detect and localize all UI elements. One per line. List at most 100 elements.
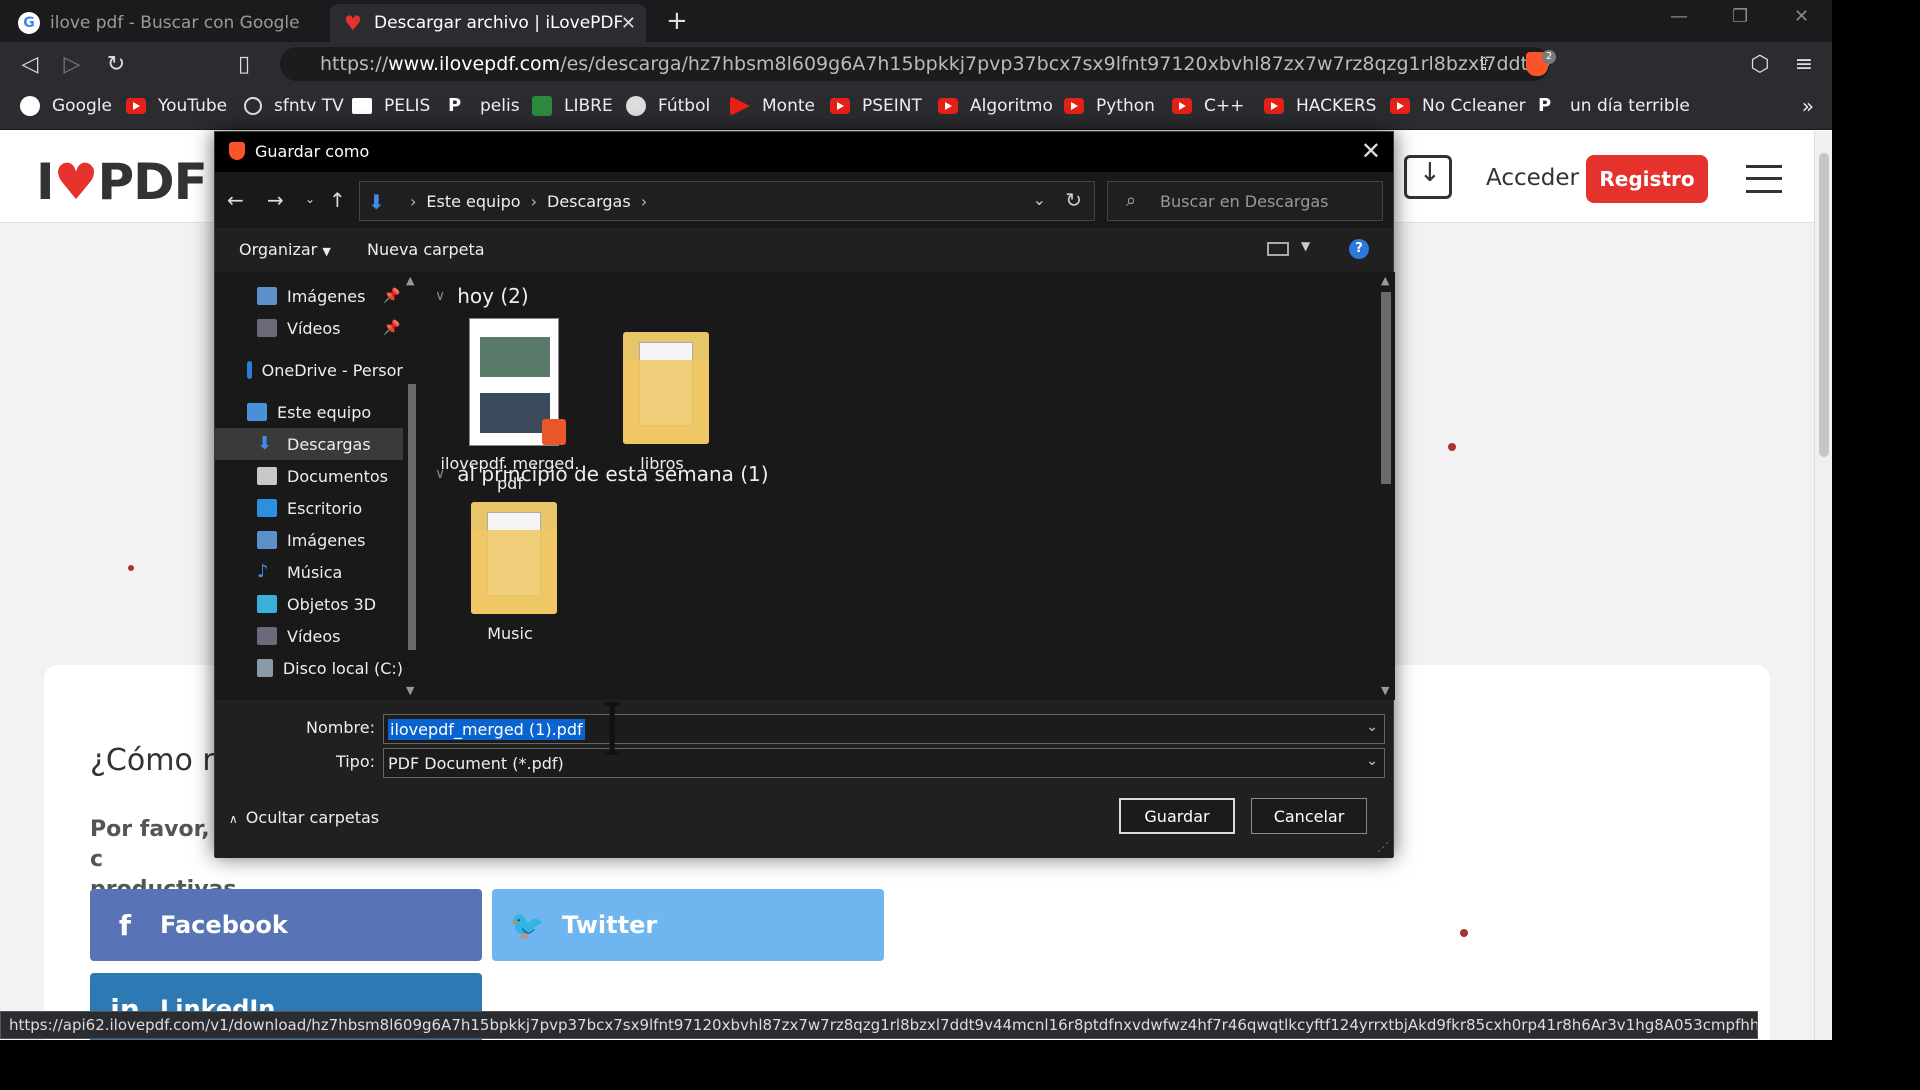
folder-item-music[interactable]: Music	[435, 490, 585, 670]
bookmark-pelis-folder[interactable]: PELIS	[352, 96, 430, 116]
download-desktop-icon[interactable]	[1404, 155, 1452, 199]
back-icon[interactable]: ◁	[16, 50, 44, 78]
bookmark-youtube[interactable]: YouTube	[126, 96, 227, 116]
view-options-icon[interactable]	[1267, 242, 1289, 256]
bookmark-sfntv[interactable]: sfntv TV	[244, 96, 344, 116]
bookmark-monte[interactable]: Monte	[730, 96, 815, 116]
chevron-down-icon[interactable]: ⌄	[1366, 753, 1378, 769]
forward-arrow-icon[interactable]: →	[267, 188, 284, 212]
nav-item-videos[interactable]: Vídeos	[215, 620, 403, 652]
window-close-icon[interactable]: ✕	[1794, 6, 1809, 27]
nav-item-musica[interactable]: ♪ Música	[215, 556, 403, 588]
group-header-semana[interactable]: ∨ al principio de esta semana (1)	[435, 462, 769, 486]
twitter-share-button[interactable]: 🐦 Twitter	[492, 889, 884, 961]
share-icon[interactable]: ⇪	[1470, 50, 1498, 78]
nav-item-objetos-3d[interactable]: Objetos 3D	[215, 588, 403, 620]
hide-folders-button[interactable]: ∧ Ocultar carpetas	[229, 808, 379, 827]
organize-button[interactable]: Organizar ▼	[239, 240, 331, 259]
videos-icon	[257, 627, 277, 645]
nav-item-onedrive[interactable]: OneDrive - Persor	[215, 354, 403, 386]
file-item-pdf[interactable]: ilovepdf_merged. pdf	[435, 312, 585, 493]
chevron-down-icon[interactable]: ▼	[1301, 239, 1310, 253]
recent-locations-chevron-icon[interactable]: ⌄	[305, 192, 315, 206]
nav-item-descargas[interactable]: ⬇ Descargas	[215, 428, 403, 460]
close-icon[interactable]: ✕	[1361, 137, 1381, 165]
close-tab-icon[interactable]: ✕	[621, 13, 636, 34]
folder-item-libros[interactable]: libros	[587, 312, 737, 473]
login-link[interactable]: Acceder	[1486, 165, 1579, 191]
address-bar[interactable]: https://www.ilovepdf.com/es/descarga/hz7…	[280, 47, 1550, 81]
youtube-icon	[1172, 98, 1192, 114]
breadcrumb-item[interactable]: Este equipo	[426, 192, 520, 211]
file-list-scrollbar[interactable]: ▲ ▼	[1377, 272, 1395, 700]
scroll-up-icon[interactable]: ▲	[406, 274, 414, 287]
extensions-icon[interactable]: ⬡	[1746, 50, 1774, 78]
bookmark-algoritmo[interactable]: Algoritmo	[938, 96, 1053, 116]
bookmark-label: pelis	[480, 96, 520, 116]
folder-flap	[623, 360, 709, 444]
nav-item-este-equipo[interactable]: Este equipo	[215, 396, 403, 428]
refresh-icon[interactable]: ↻	[1065, 188, 1082, 212]
restore-icon[interactable]: ❐	[1732, 6, 1748, 27]
tab-ilovepdf[interactable]: ♥ Descargar archivo | iLovePDF ✕	[330, 4, 646, 42]
chevron-down-icon[interactable]: ⌄	[1366, 719, 1378, 735]
search-input[interactable]: ⌕ Buscar en Descargas	[1107, 181, 1383, 221]
ilovepdf-logo[interactable]: I♥PDF	[36, 153, 208, 211]
scrollbar-thumb[interactable]	[1819, 153, 1829, 457]
bookmark-icon[interactable]: ▯	[230, 50, 258, 78]
page-icon	[352, 98, 372, 114]
signup-button[interactable]: Registro	[1586, 155, 1708, 203]
scroll-up-icon[interactable]: ▲	[1381, 274, 1389, 287]
cancel-button[interactable]: Cancelar	[1251, 798, 1367, 834]
filetype-select[interactable]: PDF Document (*.pdf) ⌄	[383, 748, 1385, 778]
facebook-share-button[interactable]: f Facebook	[90, 889, 482, 961]
bookmarks-overflow-button[interactable]: »	[1802, 94, 1814, 118]
nav-item-escritorio[interactable]: Escritorio	[215, 492, 403, 524]
up-arrow-icon[interactable]: ↑	[329, 188, 346, 212]
filename-input[interactable]: ilovepdf_merged (1).pdf ⌄	[383, 714, 1385, 744]
bookmark-un-dia-terrible[interactable]: Pun día terrible	[1538, 96, 1690, 117]
nav-item-imagenes[interactable]: Imágenes	[215, 524, 403, 556]
scrollbar-thumb[interactable]	[408, 384, 416, 650]
bookmark-hackers[interactable]: HACKERS	[1264, 96, 1376, 116]
nav-item-documentos[interactable]: Documentos	[215, 460, 403, 492]
nav-item-imagenes-quick[interactable]: Imágenes 📌	[215, 280, 403, 312]
new-tab-button[interactable]: +	[666, 6, 688, 36]
bookmark-google[interactable]: Google	[20, 96, 112, 116]
sfntv-icon	[244, 97, 262, 115]
bookmark-cpp[interactable]: C++	[1172, 96, 1244, 116]
nav-item-videos-quick[interactable]: Vídeos 📌	[215, 312, 403, 344]
nav-scrollbar[interactable]: ▲ ▼	[403, 272, 421, 700]
page-scrollbar[interactable]	[1814, 131, 1832, 1040]
bookmark-no-ccleaner[interactable]: No Ccleaner	[1390, 96, 1526, 116]
breadcrumb[interactable]: ⬇ › Este equipo › Descargas › ⌄ ↻	[359, 181, 1095, 221]
help-icon[interactable]: ?	[1349, 239, 1369, 259]
nav-item-disco-local[interactable]: Disco local (C:)	[215, 652, 403, 684]
hamburger-menu-icon[interactable]	[1746, 165, 1782, 193]
tab-google-search[interactable]: G ilove pdf - Buscar con Google	[6, 4, 326, 42]
reload-icon[interactable]: ↻	[102, 50, 130, 78]
nav-label: Vídeos	[287, 318, 341, 338]
back-arrow-icon[interactable]: ←	[227, 188, 244, 212]
decorative-dot	[1460, 929, 1468, 937]
save-button[interactable]: Guardar	[1119, 798, 1235, 834]
breadcrumb-item[interactable]: Descargas	[547, 192, 631, 211]
resize-grip-icon[interactable]: ⋰	[1377, 840, 1389, 854]
minimize-icon[interactable]: —	[1670, 6, 1688, 27]
forward-icon[interactable]: ▷	[58, 50, 86, 78]
scrollbar-thumb[interactable]	[1381, 292, 1391, 484]
scroll-down-icon[interactable]: ▼	[1381, 684, 1389, 697]
bookmark-libre[interactable]: LIBRE	[532, 96, 613, 116]
bookmark-python[interactable]: Python	[1064, 96, 1155, 116]
bookmark-pseint[interactable]: PSEINT	[830, 96, 922, 116]
address-dropdown-icon[interactable]: ⌄	[1033, 190, 1046, 209]
google-icon: G	[18, 12, 40, 34]
bookmark-futbol[interactable]: Fútbol	[626, 96, 710, 116]
3d-objects-icon	[257, 595, 277, 613]
new-folder-button[interactable]: Nueva carpeta	[367, 240, 485, 259]
scroll-down-icon[interactable]: ▼	[406, 684, 414, 697]
group-header-hoy[interactable]: ∨ hoy (2)	[435, 284, 529, 308]
menu-icon[interactable]: ≡	[1790, 50, 1818, 78]
bookmark-pelis[interactable]: Ppelis	[448, 96, 520, 117]
dialog-titlebar[interactable]: Guardar como ✕	[215, 132, 1393, 172]
